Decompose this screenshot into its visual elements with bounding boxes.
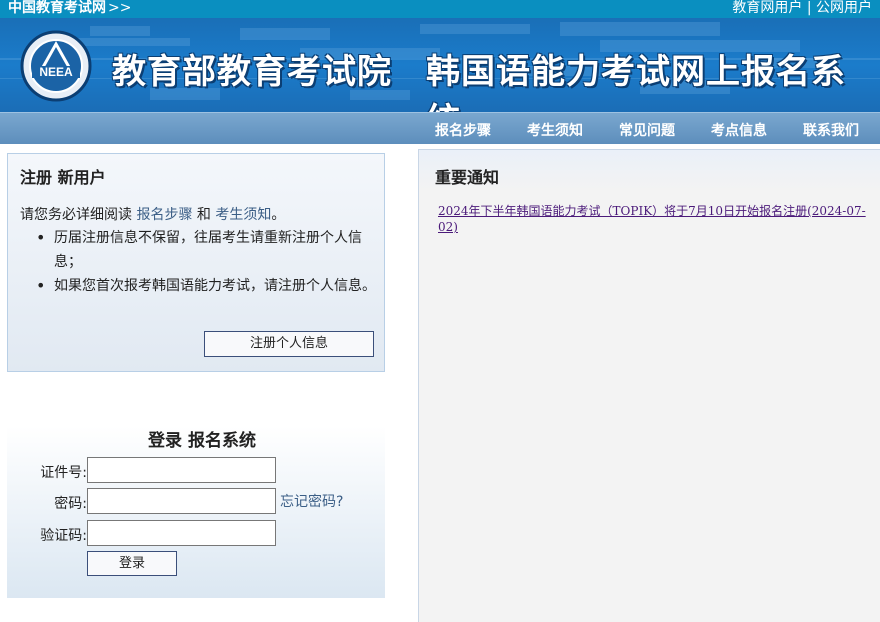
register-note: 历届注册信息不保留，往届考生请重新注册个人信息； [36, 226, 376, 274]
notice-link[interactable]: 2024年下半年韩国语能力考试（TOPIK）将于7月10日开始报名注册(2024… [438, 203, 878, 235]
system-title: 韩国语能力考试网上报名系统 [426, 52, 846, 112]
notice-link[interactable]: 考生须知 [215, 207, 271, 223]
forgot-password-link[interactable]: 忘记密码? [280, 491, 343, 511]
user-type-links[interactable]: 教育网用户 | 公网用户 [732, 0, 872, 16]
register-heading: 注册 新用户 [20, 168, 106, 187]
intro-suffix: 。 [271, 207, 286, 223]
steps-link[interactable]: 报名步骤 [136, 207, 192, 223]
register-button[interactable]: 注册个人信息 [204, 331, 374, 357]
password-input[interactable] [87, 488, 276, 514]
site-link-group: 中国教育考试网 >> [8, 0, 131, 16]
captcha-input[interactable] [87, 520, 276, 546]
password-label: 密码: [54, 496, 87, 512]
register-panel: 注册 新用户 请您务必详细阅读 报名步骤 和 考生须知。 历届注册信息不保留，往… [7, 153, 385, 372]
login-panel: 登录 报名系统 证件号: 密码: 忘记密码? 验证码: 登录 [7, 426, 385, 598]
institute-title: 教育部教育考试院 [112, 52, 392, 92]
nav-item-steps[interactable]: 报名步骤 [435, 120, 491, 140]
logo-text: NEEA [39, 65, 73, 79]
nav-item-contact[interactable]: 联系我们 [803, 120, 859, 140]
register-notes: 历届注册信息不保留，往届考生请重新注册个人信息； 如果您首次报考韩国语能力考试，… [36, 226, 376, 298]
intro-and: 和 [196, 207, 211, 223]
register-note: 如果您首次报考韩国语能力考试，请注册个人信息。 [36, 274, 376, 298]
login-button[interactable]: 登录 [87, 551, 177, 576]
user-links[interactable]: 教育网用户 | 公网用户 [732, 0, 872, 16]
nav-item-faq[interactable]: 常见问题 [619, 120, 675, 140]
neea-logo: NEEA [20, 30, 92, 102]
notice-panel: 重要通知 2024年下半年韩国语能力考试（TOPIK）将于7月10日开始报名注册… [418, 149, 880, 622]
captcha-label: 验证码: [40, 528, 87, 544]
site-home-link[interactable]: 中国教育考试网 [8, 0, 106, 16]
header-banner: NEEA 教育部教育考试院 韩国语能力考试网上报名系统 [0, 18, 880, 112]
top-bar: 中国教育考试网 >> 教育网用户 | 公网用户 [0, 0, 880, 18]
nav-item-test-centers[interactable]: 考点信息 [711, 120, 767, 140]
register-intro: 请您务必详细阅读 报名步骤 和 考生须知。 [20, 204, 285, 226]
id-number-input[interactable] [87, 457, 276, 483]
intro-prefix: 请您务必详细阅读 [20, 207, 132, 223]
main-nav: 报名步骤 考生须知 常见问题 考点信息 联系我们 [0, 112, 880, 144]
notice-heading: 重要通知 [435, 168, 500, 187]
breadcrumb-arrow: >> [108, 0, 132, 16]
login-heading: 登录 报名系统 [148, 431, 256, 451]
nav-item-notice[interactable]: 考生须知 [527, 120, 583, 140]
id-label: 证件号: [40, 465, 87, 481]
